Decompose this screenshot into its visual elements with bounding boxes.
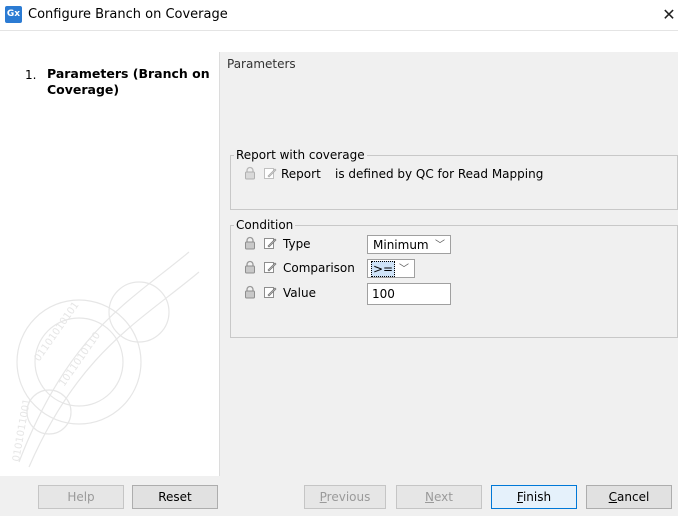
type-row: Type Minimum ﹀: [231, 234, 671, 256]
window-title: Configure Branch on Coverage: [28, 7, 228, 22]
edit-pencil-icon[interactable]: [263, 236, 277, 250]
button-bar: Help Reset Previous Next Finish Cancel: [0, 476, 678, 516]
condition-group-legend: Condition: [236, 218, 294, 232]
parameters-panel: Parameters Report with coverage Report i…: [220, 52, 678, 476]
step-item-parameters[interactable]: Parameters (Branch on Coverage): [47, 66, 217, 98]
chevron-down-icon: ﹀: [399, 264, 409, 275]
help-button[interactable]: Help: [38, 485, 124, 509]
finish-button[interactable]: Finish: [491, 485, 577, 509]
svg-text:0101011001: 0101011001: [11, 398, 33, 463]
close-button[interactable]: ✕: [660, 0, 678, 30]
report-row: Report is defined by QC for Read Mapping: [231, 164, 671, 186]
report-with-coverage-group: Report with coverage Report is defined b…: [230, 148, 678, 210]
step-number: 1.: [25, 68, 37, 82]
lock-icon[interactable]: [243, 166, 257, 180]
gx-app-icon: Gx: [5, 6, 22, 23]
title-bar: Gx Configure Branch on Coverage ✕: [0, 0, 678, 31]
lock-icon[interactable]: [243, 236, 257, 250]
comparison-select-value: >=: [371, 261, 396, 277]
report-label: Report: [281, 167, 321, 181]
condition-group: Condition Type Minimum ﹀ Comparison >= ﹀…: [230, 218, 678, 338]
type-select[interactable]: Minimum ﹀: [367, 235, 451, 254]
value-label: Value: [283, 286, 316, 300]
comparison-label: Comparison: [283, 261, 355, 275]
dna-watermark-graphic: 01101010101 1011010110 0101011001: [11, 251, 200, 468]
edit-pencil-icon[interactable]: [263, 260, 277, 274]
next-button[interactable]: Next: [396, 485, 482, 509]
cancel-button[interactable]: Cancel: [586, 485, 672, 509]
report-group-legend: Report with coverage: [236, 148, 365, 162]
type-select-value: Minimum: [373, 238, 429, 252]
edit-pencil-icon[interactable]: [263, 285, 277, 299]
type-label: Type: [283, 237, 311, 251]
value-row: Value 100: [231, 283, 671, 305]
previous-button[interactable]: Previous: [304, 485, 386, 509]
edit-pencil-icon[interactable]: [263, 166, 277, 180]
comparison-select[interactable]: >= ﹀: [367, 259, 415, 278]
lock-icon[interactable]: [243, 260, 257, 274]
report-value-text: is defined by QC for Read Mapping: [335, 167, 544, 181]
reset-button[interactable]: Reset: [132, 485, 218, 509]
step-panel: 1. Parameters (Branch on Coverage) 01101…: [9, 52, 220, 476]
value-input[interactable]: 100: [367, 283, 451, 305]
comparison-row: Comparison >= ﹀: [231, 258, 671, 280]
lock-icon[interactable]: [243, 285, 257, 299]
svg-text:01101010101: 01101010101: [32, 300, 81, 364]
close-icon: ✕: [662, 5, 676, 24]
chevron-down-icon: ﹀: [435, 240, 445, 251]
panel-title: Parameters: [227, 57, 296, 71]
